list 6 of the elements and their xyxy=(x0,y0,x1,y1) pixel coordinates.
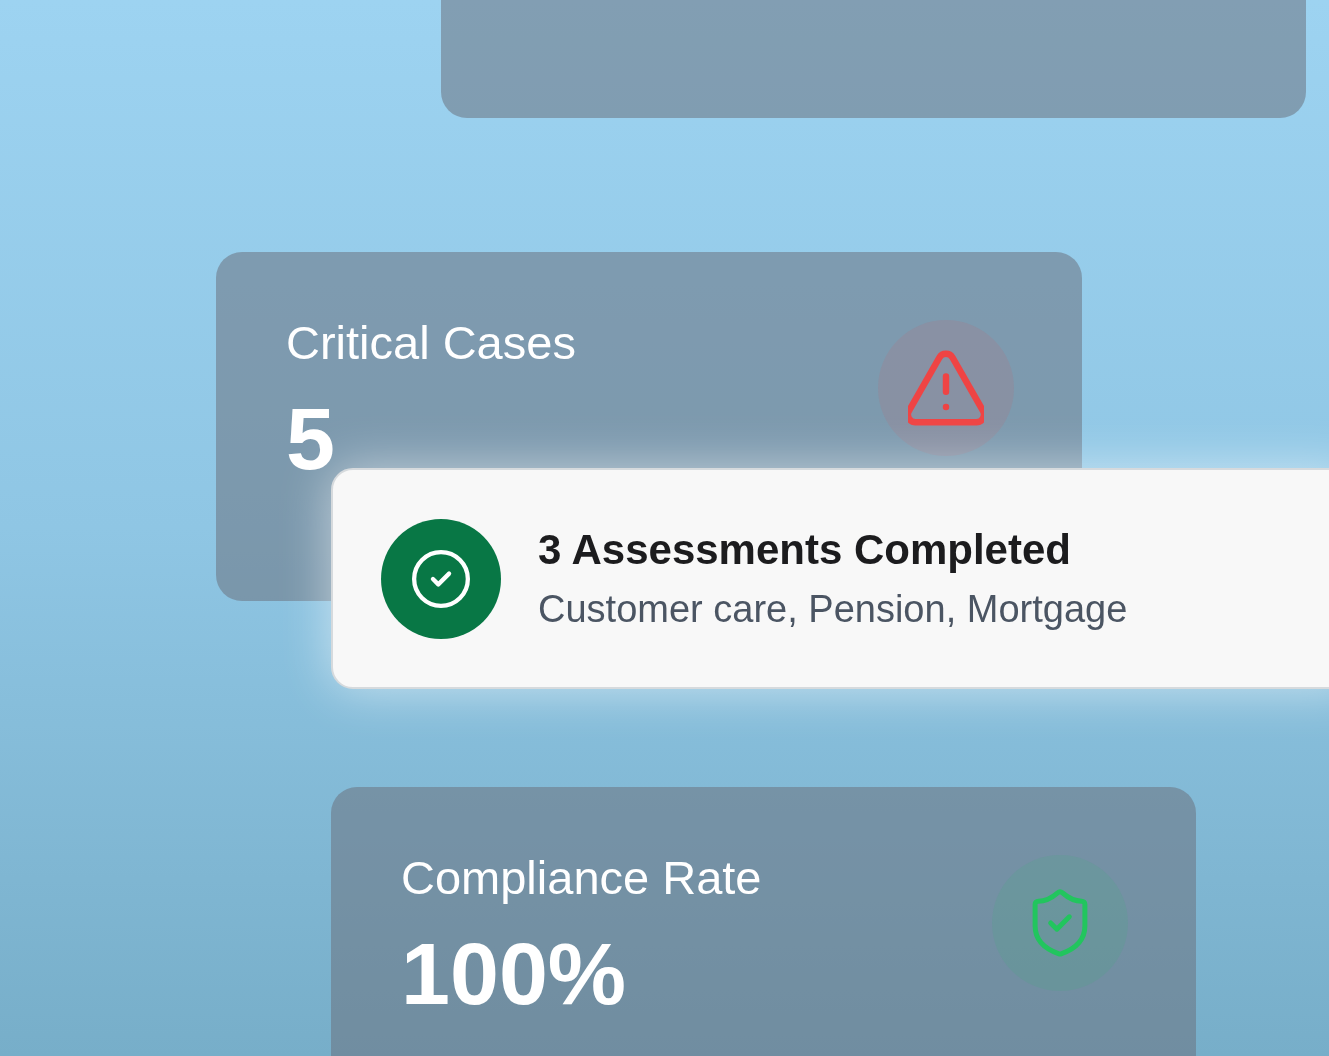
card-value: 100% xyxy=(401,929,628,1018)
notification-subtitle: Customer care, Pension, Mortgage xyxy=(538,586,1128,632)
notification-title: 3 Assessments Completed xyxy=(538,524,1072,575)
card-title: Compliance Rate xyxy=(401,852,762,904)
card-title: Critical Cases xyxy=(286,317,576,369)
card-value: 5 xyxy=(286,394,336,483)
